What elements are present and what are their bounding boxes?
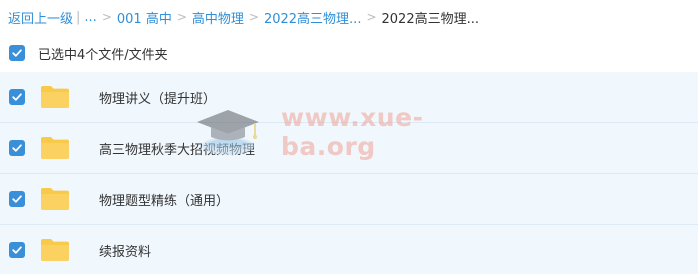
checkmark-icon <box>12 49 22 57</box>
file-row[interactable]: 物理讲义（提升班） <box>0 72 698 123</box>
breadcrumb-current: 2022高三物理... <box>381 11 479 27</box>
file-name[interactable]: 物理讲义（提升班） <box>99 88 216 107</box>
breadcrumb: 返回上一级 | ... > 001 高中 > 高中物理 > 2022高三物理..… <box>0 0 698 34</box>
select-all-checkbox[interactable] <box>9 45 25 61</box>
selection-count-label: 已选中4个文件/文件夹 <box>38 47 168 63</box>
back-link[interactable]: 返回上一级 <box>8 8 73 27</box>
checkmark-icon <box>12 195 22 203</box>
folder-icon <box>41 239 69 261</box>
row-checkbox[interactable] <box>9 191 25 207</box>
folder-icon <box>41 188 69 210</box>
chevron-right-icon: > <box>176 10 187 24</box>
file-name[interactable]: 物理题型精练（通用） <box>99 190 229 209</box>
checkmark-icon <box>12 144 22 152</box>
breadcrumb-item-senior-high[interactable]: 001 高中 <box>117 8 172 27</box>
file-row[interactable]: 续报资料 <box>0 225 698 274</box>
chevron-right-icon: > <box>248 10 259 24</box>
row-checkbox[interactable] <box>9 89 25 105</box>
folder-icon <box>41 137 69 159</box>
checkmark-icon <box>12 246 22 254</box>
checkmark-icon <box>12 93 22 101</box>
chevron-right-icon: > <box>101 10 112 24</box>
row-checkbox[interactable] <box>9 242 25 258</box>
file-row[interactable]: 物理题型精练（通用） <box>0 174 698 225</box>
breadcrumb-item-2022-physics[interactable]: 2022高三物理... <box>264 8 361 27</box>
breadcrumb-item-physics[interactable]: 高中物理 <box>192 8 244 27</box>
chevron-right-icon: > <box>366 10 377 24</box>
file-row[interactable]: 高三物理秋季大招视频物理 <box>0 123 698 174</box>
file-name[interactable]: 高三物理秋季大招视频物理 <box>99 139 255 158</box>
folder-icon <box>41 86 69 108</box>
file-name[interactable]: 续报资料 <box>99 241 151 260</box>
selection-bar: 已选中4个文件/文件夹 <box>0 34 698 72</box>
breadcrumb-divider: | <box>76 9 81 25</box>
breadcrumb-ellipsis[interactable]: ... <box>84 10 96 25</box>
file-list: 物理讲义（提升班） 高三物理秋季大招视频物理 物理题型精练（通用） 续报资料 <box>0 72 698 274</box>
row-checkbox[interactable] <box>9 140 25 156</box>
